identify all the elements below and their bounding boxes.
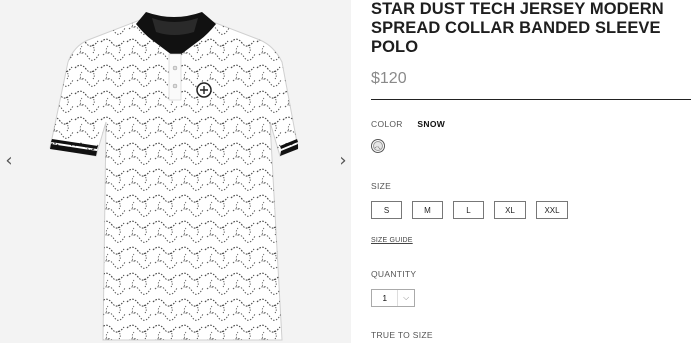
chevron-left-icon[interactable]: ‹ (2, 150, 16, 172)
chevron-down-icon: ⌵ (397, 290, 414, 306)
polo-shirt-image (49, 12, 299, 341)
quantity-label: QUANTITY (371, 269, 417, 279)
size-options: S M L XL XXL (371, 201, 578, 219)
size-option-s[interactable]: S (371, 201, 402, 219)
size-option-m[interactable]: M (412, 201, 443, 219)
quantity-value: 1 (382, 293, 388, 303)
size-guide-link[interactable]: SIZE GUIDE (371, 237, 413, 244)
size-label: SIZE (371, 181, 392, 191)
product-details: STAR DUST TECH JERSEY MODERN SPREAD COLL… (371, 0, 691, 343)
chevron-right-icon[interactable]: › (336, 150, 350, 172)
size-option-l[interactable]: L (453, 201, 484, 219)
swatch-fill (373, 141, 383, 151)
color-label: COLOR (371, 119, 403, 129)
fit-label: TRUE TO SIZE (371, 330, 433, 340)
quantity-select[interactable]: 1 ⌵ (371, 289, 415, 307)
product-price: $120 (371, 70, 407, 87)
size-option-xl[interactable]: XL (494, 201, 526, 219)
product-title: STAR DUST TECH JERSEY MODERN SPREAD COLL… (371, 0, 664, 56)
size-option-xxl[interactable]: XXL (536, 201, 568, 219)
color-row: COLOR SNOW (371, 119, 445, 129)
product-image-gallery: ‹ › (0, 0, 351, 343)
color-value: SNOW (417, 119, 446, 129)
divider (371, 99, 691, 100)
color-swatch-snow[interactable] (371, 139, 385, 153)
swatch-pattern (374, 146, 382, 150)
